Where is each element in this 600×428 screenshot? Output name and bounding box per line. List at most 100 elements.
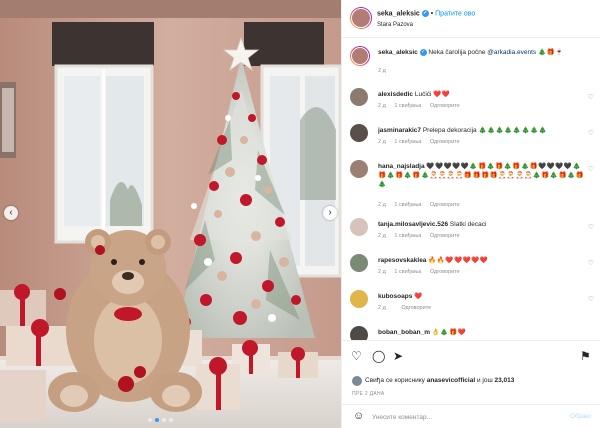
liker-avatar[interactable] — [352, 376, 362, 386]
comments-list: seka_aleksic ✓ Neka čarolija počne @arka… — [342, 38, 600, 340]
reply-button[interactable]: Одговорите — [430, 269, 460, 275]
carousel-dot-active — [155, 418, 159, 422]
comment-username[interactable]: kubosoaps — [378, 293, 412, 300]
post-photo[interactable]: ‹ › — [0, 0, 341, 428]
commenter-avatar[interactable] — [350, 160, 368, 178]
comment-input[interactable] — [372, 410, 552, 424]
comment-time[interactable]: 2 д — [378, 139, 386, 145]
comment-time[interactable]: 2 д — [378, 103, 386, 109]
post-location[interactable]: Stara Pazova — [377, 22, 413, 28]
follow-button[interactable]: Пратите ово — [435, 10, 475, 17]
comment-likes[interactable]: 1 свиђања — [394, 269, 421, 275]
caption-mention-link[interactable]: @arkadia.events — [487, 49, 536, 56]
comment-item: kubosoaps ❤️ 2 д Одговорите ♡ — [350, 290, 598, 320]
add-comment-bar: ☺ Објави — [342, 404, 600, 428]
comment-emoji: ❤️ — [414, 293, 423, 300]
comment-meta: 2 д 1 свиђања Одговорите — [378, 233, 467, 239]
reply-button[interactable]: Одговорите — [430, 139, 460, 145]
comment-username[interactable]: jasminarakic7 — [378, 127, 421, 134]
save-bookmark-icon[interactable]: ⚑ — [580, 350, 591, 362]
comment-likes[interactable]: 1 свиђања — [394, 139, 421, 145]
reply-button[interactable]: Одговорите — [430, 103, 460, 109]
post-actions: ♡ ◯ ➤ ⚑ Свиђа се кориснику anasevicoffic… — [342, 340, 600, 400]
post-header: seka_aleksic ✓ • Пратите ово Stara Pazov… — [342, 0, 600, 38]
comment-meta: 2 д 1 свиђања Одговорите — [378, 103, 467, 109]
comment-text: alexisdedic Lučići ❤️❤️ — [378, 90, 588, 99]
caption-avatar[interactable] — [350, 46, 370, 66]
comment-text: rapesovskaklea 🔥🔥❤️❤️❤️❤️❤️ — [378, 256, 588, 265]
comment-meta: 2 д 1 свиђања Одговорите — [378, 269, 467, 275]
comment-text: hana_najsladja 🖤🖤🖤🖤🖤🎄🎁🎄🎁🎄🎁🎄🎁🖤🖤🖤🖤🎄🎁🎄🎁🎄🎁🎄🎅… — [378, 162, 588, 189]
comment-text: tanja.milosavljevic.526 Slatki decaci — [378, 220, 588, 229]
caption-username[interactable]: seka_aleksic — [378, 49, 418, 56]
comment-time[interactable]: 2 д — [378, 202, 386, 208]
commenter-avatar[interactable] — [350, 326, 368, 340]
comment-meta: 2 д 1 свиђања Одговорите — [378, 139, 467, 145]
post-date[interactable]: ПРЕ 2 ДАНА — [352, 391, 385, 397]
comment-username[interactable]: rapesovskaklea — [378, 257, 426, 264]
comment-username[interactable]: tanja.milosavljevic.526 — [378, 221, 448, 228]
header-separator: • — [430, 10, 434, 18]
comment-username[interactable]: alexisdedic — [378, 91, 413, 98]
comment-item: hana_najsladja 🖤🖤🖤🖤🖤🎄🎁🎄🎁🎄🎁🎄🎁🖤🖤🖤🖤🎄🎁🎄🎁🎄🎁🎄🎅… — [350, 160, 598, 214]
reply-button[interactable]: Одговорите — [430, 202, 460, 208]
comment-body: Prelepa dekoracija — [422, 127, 477, 134]
caption-time[interactable]: 2 д — [378, 68, 386, 74]
liked-by-user-link[interactable]: anasevicofficial — [427, 377, 475, 384]
comment-likes[interactable]: 1 свиђања — [394, 103, 421, 109]
commenter-avatar[interactable] — [350, 124, 368, 142]
comment-time[interactable]: 2 д — [378, 269, 386, 275]
comment-bubble-icon[interactable]: ◯ — [372, 350, 385, 362]
like-comment-heart-icon[interactable]: ♡ — [588, 129, 594, 137]
commenter-avatar[interactable] — [350, 218, 368, 236]
commenter-avatar[interactable] — [350, 254, 368, 272]
comment-text: kubosoaps ❤️ — [378, 292, 588, 301]
comment-likes[interactable]: 1 свиђања — [394, 233, 421, 239]
comment-time[interactable]: 2 д — [378, 305, 386, 311]
reply-button[interactable]: Одговорите — [430, 233, 460, 239]
carousel-dot — [162, 418, 166, 422]
comment-item: rapesovskaklea 🔥🔥❤️❤️❤️❤️❤️ 2 д 1 свиђањ… — [350, 254, 598, 284]
like-comment-heart-icon[interactable]: ♡ — [588, 259, 594, 267]
comment-username[interactable]: boban_boban_m — [378, 329, 430, 336]
comment-text: jasminarakic7 Prelepa dekoracija 🎄🎄🎄🎄🎄🎄🎄… — [378, 126, 588, 135]
likes-suffix: и још — [476, 377, 493, 384]
carousel-dot — [148, 418, 152, 422]
author-avatar[interactable] — [350, 7, 372, 29]
carousel-dots — [148, 418, 173, 422]
comment-emoji: 🔥🔥❤️❤️❤️❤️❤️ — [428, 257, 489, 264]
likes-prefix: Свиђа се кориснику — [365, 377, 425, 384]
reply-button[interactable]: Одговорите — [401, 305, 431, 311]
likes-count-link[interactable]: 23,013 — [494, 377, 514, 384]
caption-meta: 2 д — [378, 68, 393, 74]
author-username[interactable]: seka_aleksic — [377, 10, 420, 17]
previous-photo-button[interactable]: ‹ — [4, 206, 18, 220]
comment-item: tanja.milosavljevic.526 Slatki decaci 2 … — [350, 218, 598, 248]
emoji-picker-icon[interactable]: ☺ — [353, 411, 364, 422]
like-comment-heart-icon[interactable]: ♡ — [588, 223, 594, 231]
caption-text: seka_aleksic ✓ Neka čarolija počne @arka… — [378, 48, 588, 57]
comment-meta: 2 д 1 свиђања Одговорите — [378, 202, 467, 208]
like-comment-heart-icon[interactable]: ♡ — [588, 295, 594, 303]
commenter-avatar[interactable] — [350, 88, 368, 106]
comment-username[interactable]: hana_najsladja — [378, 163, 425, 170]
comment-emoji: ❤️❤️ — [433, 91, 451, 98]
comment-meta: 2 д Одговорите — [378, 305, 438, 311]
comment-item: jasminarakic7 Prelepa dekoracija 🎄🎄🎄🎄🎄🎄🎄… — [350, 124, 598, 154]
instagram-post-modal: ‹ › seka_aleksic ✓ • Пратите ово Stara P… — [0, 0, 600, 428]
comment-text: boban_boban_m 👌🎄🎁❤️ — [378, 328, 588, 337]
like-comment-heart-icon[interactable]: ♡ — [588, 93, 594, 101]
post-details-panel: seka_aleksic ✓ • Пратите ово Stara Pazov… — [341, 0, 600, 428]
share-send-icon[interactable]: ➤ — [393, 350, 403, 362]
next-photo-button[interactable]: › — [323, 206, 337, 220]
like-heart-icon[interactable]: ♡ — [351, 350, 362, 362]
post-comment-button[interactable]: Објави — [570, 413, 591, 420]
comment-item: boban_boban_m 👌🎄🎁❤️ — [350, 326, 598, 340]
like-comment-heart-icon[interactable]: ♡ — [588, 165, 594, 173]
commenter-avatar[interactable] — [350, 290, 368, 308]
comment-likes[interactable]: 1 свиђања — [394, 202, 421, 208]
comment-time[interactable]: 2 д — [378, 233, 386, 239]
caption-emoji: 🎄🎁🍷 — [537, 49, 564, 56]
comment-emoji: 🎄🎄🎄🎄🎄🎄🎄🎄 — [478, 127, 548, 134]
header-user-line: seka_aleksic ✓ • Пратите ово — [377, 10, 475, 17]
